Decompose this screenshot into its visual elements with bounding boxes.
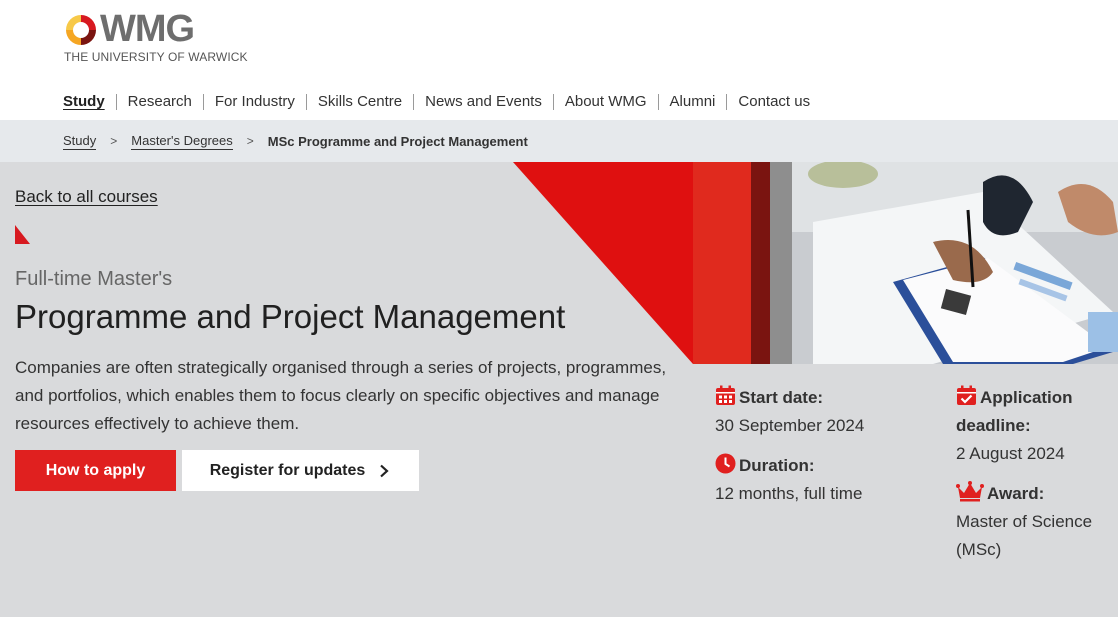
breadcrumb-separator: > <box>110 134 118 148</box>
main-nav: Study Research For Industry Skills Centr… <box>63 92 821 112</box>
nav-item-news-and-events[interactable]: News and Events <box>413 94 553 110</box>
page: WMG THE UNIVERSITY OF WARWICK Study Rese… <box>0 0 1118 617</box>
breadcrumb-bar: Study > Master's Degrees > MSc Programme… <box>0 120 1118 162</box>
how-to-apply-label: How to apply <box>45 461 146 479</box>
hero-image <box>513 162 1118 364</box>
application-deadline-info: Application deadline: 2 August 2024 <box>956 384 1073 468</box>
start-date-info: Start date: 30 September 2024 <box>715 384 864 440</box>
logo-wordmark: WMG <box>100 8 195 50</box>
deadline-value: 2 August 2024 <box>956 444 1065 463</box>
breadcrumb-link-study[interactable]: Study <box>63 133 97 150</box>
course-description: Companies are often strategically organi… <box>15 358 667 433</box>
nav-item-alumni[interactable]: Alumni <box>657 94 727 110</box>
award-label: Award: <box>987 484 1045 503</box>
nav-item-contact-us[interactable]: Contact us <box>726 94 821 110</box>
deadline-label-line2: deadline: <box>956 416 1031 435</box>
duration-info: Duration: 12 months, full time <box>715 452 862 508</box>
award-value-line2: (MSc) <box>956 540 1002 559</box>
breadcrumb-current: MSc Programme and Project Management <box>267 133 528 149</box>
nav-item-for-industry[interactable]: For Industry <box>202 94 306 110</box>
nav-item-research[interactable]: Research <box>115 94 203 110</box>
chevron-right-icon <box>380 464 389 477</box>
wmg-logo-icon <box>66 15 96 45</box>
calendar-icon <box>716 385 735 405</box>
duration-label: Duration: <box>739 456 815 475</box>
start-date-value: 30 September 2024 <box>715 416 865 435</box>
calendar-check-icon <box>957 385 976 405</box>
course-hero: Back to all courses Full-time Master's P… <box>0 162 1118 617</box>
nav-item-study[interactable]: Study <box>63 94 116 110</box>
decorative-triangle <box>15 225 30 244</box>
nav-item-about-wmg[interactable]: About WMG <box>552 94 658 110</box>
breadcrumb-separator: > <box>246 134 254 148</box>
breadcrumb-link-masters-degrees[interactable]: Master's Degrees <box>131 133 233 150</box>
how-to-apply-button[interactable]: How to apply <box>15 450 176 491</box>
start-date-label: Start date: <box>739 388 824 407</box>
back-to-courses-link[interactable]: Back to all courses <box>15 187 158 207</box>
wmg-logo[interactable]: WMG THE UNIVERSITY OF WARWICK <box>63 8 248 66</box>
award-info: Award: Master of Science (MSc) <box>956 480 1092 564</box>
deadline-label: Application <box>980 388 1073 407</box>
register-label: Register for updates <box>209 461 366 479</box>
award-value: Master of Science <box>956 512 1093 531</box>
breadcrumb: Study > Master's Degrees > MSc Programme… <box>63 120 528 162</box>
nav-item-skills-centre[interactable]: Skills Centre <box>305 94 413 110</box>
register-for-updates-button[interactable]: Register for updates <box>182 450 419 491</box>
course-title: Programme and Project Management <box>15 298 566 335</box>
clock-icon <box>715 453 736 474</box>
crown-icon <box>956 481 984 502</box>
course-kicker: Full-time Master's <box>15 268 173 290</box>
duration-value: 12 months, full time <box>715 484 863 503</box>
logo-subtitle: THE UNIVERSITY OF WARWICK <box>64 50 248 64</box>
